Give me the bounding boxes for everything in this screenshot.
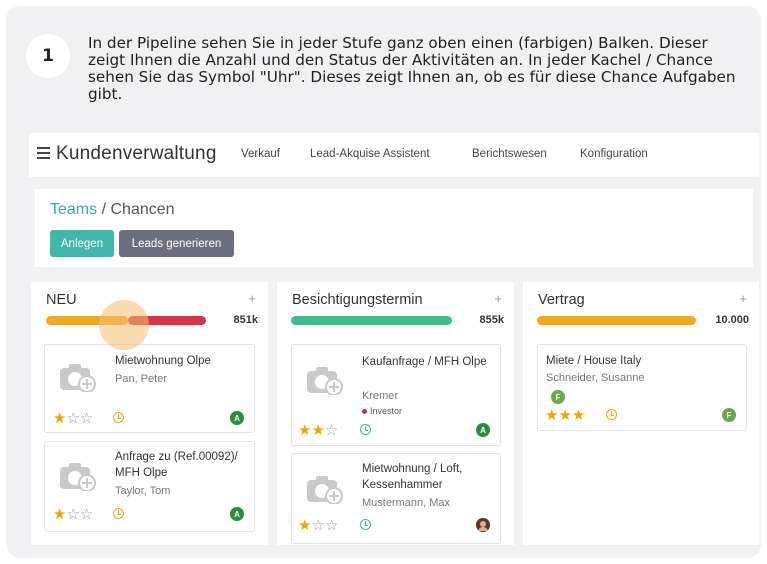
opportunity-card[interactable]: Kaufanfrage / MFH Olpe Kremer Investor ★… xyxy=(291,344,501,446)
clock-icon[interactable] xyxy=(113,412,124,423)
card-contact: Mustermann, Max xyxy=(362,497,451,509)
owner-avatar: A xyxy=(230,507,244,521)
opportunity-card[interactable]: Anfrage zu (Ref.00092)/ MFH Olpe Taylor,… xyxy=(44,441,255,532)
plus-icon[interactable]: + xyxy=(248,291,256,306)
breadcrumb-current: Chancen xyxy=(110,201,175,218)
breadcrumb-teams-link[interactable]: Teams xyxy=(50,201,97,218)
nav-item-konfiguration[interactable]: Konfiguration xyxy=(580,148,648,160)
pipeline-column-besichtigungstermin: Besichtigungstermin + 855k Kaufanfrage /… xyxy=(277,282,514,545)
create-button[interactable]: Anlegen xyxy=(50,230,114,257)
clock-icon[interactable] xyxy=(606,409,617,420)
card-contact: Pan, Peter xyxy=(115,373,167,385)
opportunity-card[interactable]: Mietwohnung / Loft, Kessenhammer Musterm… xyxy=(291,453,501,544)
owner-photo-avatar xyxy=(476,518,490,532)
top-navigation-bar: Kundenverwaltung Verkauf Lead-Akquise As… xyxy=(29,133,759,177)
rating-stars[interactable]: ★☆☆ xyxy=(298,516,338,534)
card-title: Kaufanfrage / MFH Olpe xyxy=(362,356,487,368)
rating-stars[interactable]: ★★☆ xyxy=(298,421,338,439)
owner-avatar: A xyxy=(476,423,490,437)
plus-icon[interactable]: + xyxy=(739,291,747,306)
step-number-badge: 1 xyxy=(26,34,70,78)
rating-stars[interactable]: ★☆☆ xyxy=(53,505,93,523)
activity-bar-planned xyxy=(291,316,452,325)
card-title: Miete / House Italy xyxy=(546,355,642,367)
camera-placeholder-icon xyxy=(307,476,343,504)
app-title[interactable]: Kundenverwaltung xyxy=(56,143,217,165)
rating-stars[interactable]: ★☆☆ xyxy=(53,409,93,427)
step-instruction-text: In der Pipeline sehen Sie in jeder Stufe… xyxy=(88,34,736,103)
hamburger-menu-icon[interactable] xyxy=(37,147,50,159)
card-title: Mietwohnung / Loft, Kessenhammer xyxy=(362,463,463,491)
column-amount: 851k xyxy=(233,314,258,326)
owner-avatar: A xyxy=(230,411,244,425)
card-contact: Taylor, Tom xyxy=(115,485,171,497)
column-amount: 10.000 xyxy=(715,314,749,326)
column-title: Vertrag xyxy=(538,292,585,308)
camera-placeholder-icon xyxy=(307,367,343,395)
clock-icon[interactable] xyxy=(113,508,124,519)
card-contact: Kremer xyxy=(362,390,399,402)
activity-bar-open xyxy=(537,316,696,325)
nav-item-verkauf[interactable]: Verkauf xyxy=(241,148,280,160)
clock-icon[interactable] xyxy=(360,424,371,435)
opportunity-card[interactable]: Miete / House Italy Schneider, Susanne F… xyxy=(537,344,747,431)
clock-icon[interactable] xyxy=(360,519,371,530)
pipeline-column-neu: NEU + 851k Mietwohnung Olpe Pan, Peter ★… xyxy=(31,282,268,545)
card-contact: Schneider, Susanne xyxy=(546,372,645,384)
column-title: Besichtigungstermin xyxy=(292,292,423,308)
click-highlight-indicator xyxy=(99,300,149,350)
camera-placeholder-icon xyxy=(60,463,96,491)
tag-investor: Investor xyxy=(362,406,402,416)
camera-placeholder-icon xyxy=(60,364,96,392)
card-title: Mietwohnung Olpe xyxy=(115,355,211,367)
owner-avatar: F xyxy=(722,408,736,422)
card-title: Anfrage zu (Ref.00092)/ MFH Olpe xyxy=(115,451,238,479)
column-title: NEU xyxy=(46,292,77,308)
plus-icon[interactable]: + xyxy=(494,291,502,306)
pipeline-column-vertrag: Vertrag + 10.000 Miete / House Italy Sch… xyxy=(523,282,759,545)
control-panel: Teams / Chancen Anlegen Leads generieren xyxy=(35,189,753,267)
breadcrumb-separator: / xyxy=(101,201,107,218)
column-amount: 855k xyxy=(479,314,504,326)
nav-item-lead-akquise[interactable]: Lead-Akquise Assistent xyxy=(310,148,430,160)
contact-badge: F xyxy=(551,390,565,404)
rating-stars[interactable]: ★★★ xyxy=(545,406,585,424)
breadcrumb: Teams / Chancen xyxy=(50,201,175,219)
generate-leads-button[interactable]: Leads generieren xyxy=(119,230,234,257)
nav-item-berichtswesen[interactable]: Berichtswesen xyxy=(472,148,547,160)
opportunity-card[interactable]: Mietwohnung Olpe Pan, Peter ★☆☆ A xyxy=(44,344,255,433)
